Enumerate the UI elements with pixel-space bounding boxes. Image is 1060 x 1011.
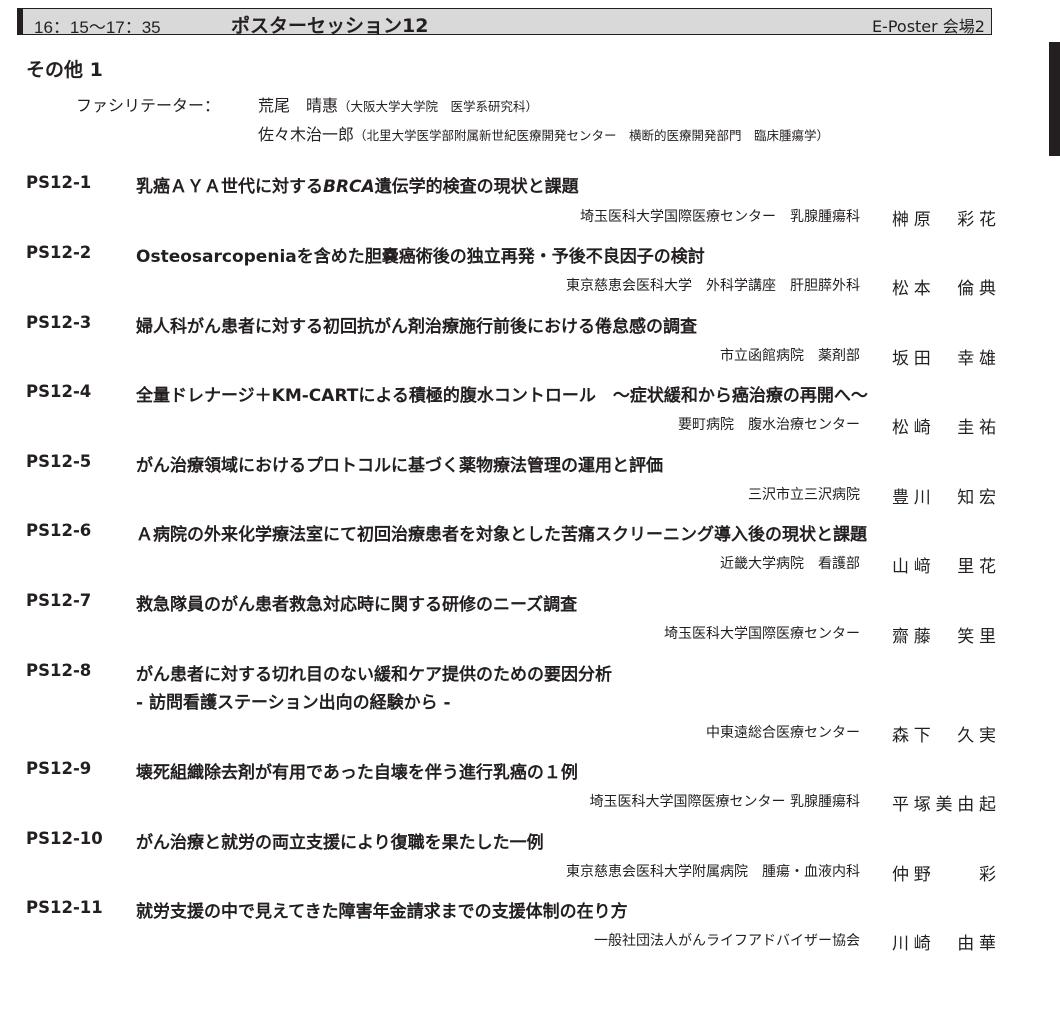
- session-time: 16：15〜17：35: [34, 18, 161, 37]
- section-title: その他 1: [26, 59, 103, 81]
- presenter-affiliation: 東京慈恵会医科大学 外科学講座 肝胆膵外科: [566, 278, 860, 294]
- presentation-title: 乳癌ＡＹＡ世代に対するBRCA遺伝学的検査の現状と課題: [136, 172, 579, 197]
- presenter-affiliation: 東京慈恵会医科大学附属病院 腫瘍・血液内科: [566, 864, 860, 880]
- presentation-title-part: 乳癌ＡＹＡ世代に対する: [136, 177, 323, 197]
- presenter-name: 榊原 彩花: [892, 210, 996, 230]
- side-index-tab: [1049, 42, 1060, 156]
- facilitator-1: 荒尾 晴惠（大阪大学大学院 医学系研究科）: [258, 92, 538, 116]
- presenter-affiliation: 市立函館病院 薬剤部: [720, 348, 860, 364]
- presenter-name: 坂田 幸雄: [892, 349, 996, 369]
- header-marker: [17, 8, 23, 35]
- presenter-name: 豊川 知宏: [892, 488, 996, 508]
- presenter-affiliation: 埼玉医科大学国際医療センター 乳腺腫瘍科: [589, 794, 860, 810]
- presentation-id: PS12-8: [26, 661, 92, 680]
- presentation-id: PS12-9: [26, 759, 92, 778]
- presenter-affiliation: 埼玉医科大学国際医療センター: [664, 626, 860, 642]
- presentation-title: Osteosarcopeniaを含めた胆嚢癌術後の独立再発・予後不良因子の検討: [136, 247, 705, 267]
- facilitator-name: 佐々木治一郎: [258, 125, 355, 144]
- presentation-id: PS12-10: [26, 829, 103, 848]
- presentation-id: PS12-2: [26, 243, 92, 262]
- presentation-id: PS12-3: [26, 313, 92, 332]
- presentation-subtitle: - 訪問看護ステーション出向の経験から -: [136, 693, 451, 713]
- presenter-name: 仲野 彩: [892, 865, 996, 885]
- presentation-id: PS12-1: [26, 173, 92, 192]
- presentation-id: PS12-5: [26, 452, 92, 471]
- presenter-name: 齋藤 笑里: [892, 627, 996, 647]
- facilitator-2: 佐々木治一郎（北里大学医学部附属新世紀医療開発センター 横断的医療開発部門 臨床…: [258, 121, 829, 145]
- presentation-id: PS12-4: [26, 382, 92, 401]
- presenter-affiliation: 一般社団法人がんライフアドバイザー協会: [594, 933, 860, 949]
- presentation-title: 婦人科がん患者に対する初回抗がん剤治療施行前後における倦怠感の調査: [136, 317, 697, 337]
- presentation-title: がん患者に対する切れ目のない緩和ケア提供のための要因分析: [136, 665, 612, 685]
- presentation-title: がん治療領域におけるプロトコルに基づく薬物療法管理の運用と評価: [136, 456, 663, 476]
- presentation-title: 全量ドレナージ＋KM-CARTによる積極的腹水コントロール 〜症状緩和から癌治療…: [136, 386, 868, 406]
- presentation-title: 救急隊員のがん患者救急対応時に関する研修のニーズ調査: [136, 595, 578, 615]
- presentation-id: PS12-11: [26, 898, 103, 917]
- session-title: ポスターセッション12: [231, 15, 429, 37]
- session-venue: E-Poster 会場2: [871, 17, 985, 36]
- presentation-title: がん治療と就労の両立支援により復職を果たした一例: [136, 833, 544, 853]
- facilitator-label: ファシリテーター：: [76, 96, 221, 115]
- presenter-affiliation: 要町病院 腹水治療センター: [678, 417, 860, 433]
- presentation-id: PS12-6: [26, 521, 92, 540]
- presenter-affiliation: 埼玉医科大学国際医療センター 乳腺腫瘍科: [580, 209, 860, 225]
- presenter-name: 松崎 圭祐: [892, 418, 996, 438]
- presentation-title-gene: BRCA: [323, 177, 375, 197]
- presentation-title: 就労支援の中で見えてきた障害年金請求までの支援体制の在り方: [136, 902, 628, 922]
- presenter-name: 平塚美由起: [892, 795, 996, 815]
- facilitator-name: 荒尾 晴惠: [258, 96, 339, 115]
- presentation-title: 壊死組織除去剤が有用であった自壊を伴う進行乳癌の１例: [136, 763, 578, 783]
- presentation-id: PS12-7: [26, 591, 92, 610]
- facilitator-affiliation: （北里大学医学部附属新世紀医療開発センター 横断的医療開発部門 臨床腫瘍学）: [354, 128, 830, 143]
- presenter-name: 川崎 由華: [892, 934, 996, 954]
- facilitator-affiliation: （大阪大学大学院 医学系研究科）: [338, 99, 539, 114]
- presenter-name: 森下 久実: [892, 726, 996, 746]
- presenter-name: 山﨑 里花: [892, 557, 996, 577]
- presenter-affiliation: 三沢市立三沢病院: [748, 487, 860, 503]
- presentation-title: Ａ病院の外来化学療法室にて初回治療患者を対象とした苦痛スクリーニング導入後の現状…: [136, 525, 867, 545]
- presentation-title-part: 遺伝学的検査の現状と課題: [374, 177, 579, 197]
- presenter-affiliation: 中東遠総合医療センター: [706, 725, 860, 741]
- presenter-name: 松本 倫典: [892, 279, 996, 299]
- presenter-affiliation: 近畿大学病院 看護部: [720, 556, 860, 572]
- session-header: 16：15〜17：35 ポスターセッション12 E-Poster 会場2: [17, 8, 992, 37]
